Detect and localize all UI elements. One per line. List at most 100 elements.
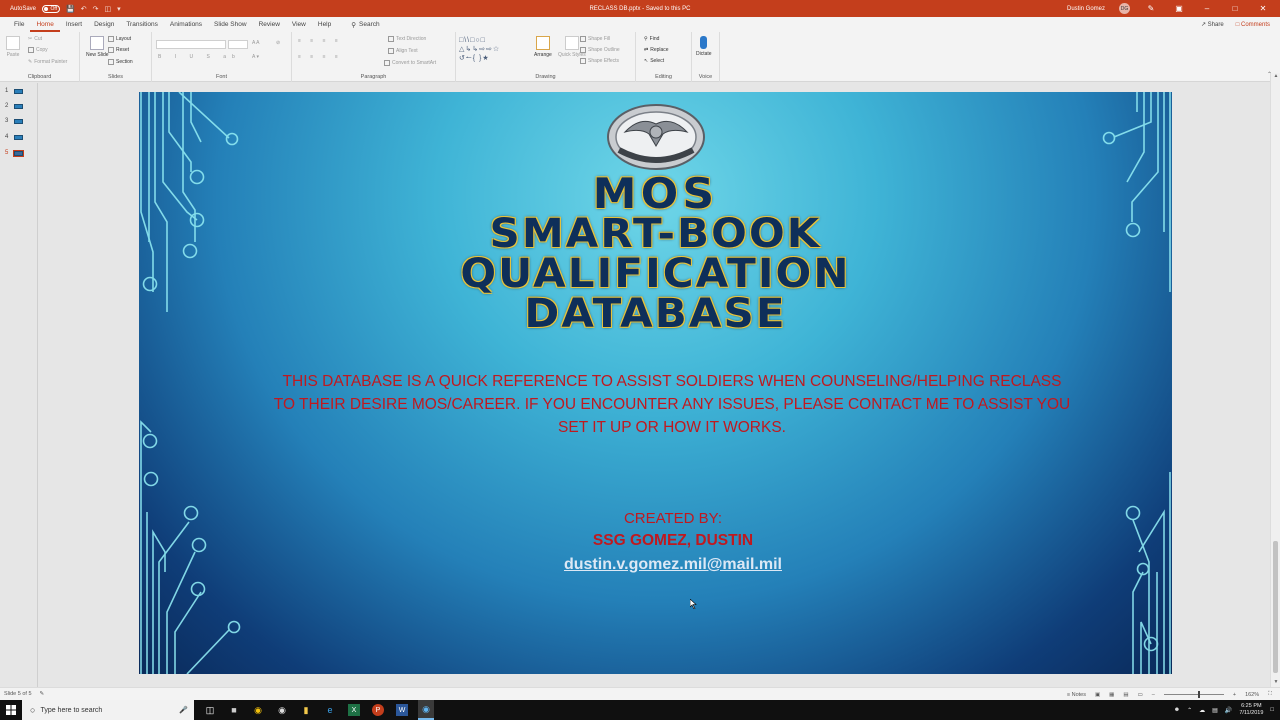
tab-insert[interactable]: Insert xyxy=(60,17,88,32)
tab-slide-show[interactable]: Slide Show xyxy=(208,17,253,32)
convert-smartart-button[interactable]: Convert to SmartArt xyxy=(384,60,436,66)
vertical-scrollbar[interactable]: ▲ ▼ xyxy=(1270,73,1280,687)
task-view-icon[interactable]: ◫ xyxy=(202,700,218,720)
tab-help[interactable]: Help xyxy=(312,17,337,32)
autosave-toggle[interactable]: Off xyxy=(42,4,61,13)
font-grow-button[interactable]: A A xyxy=(252,40,260,46)
file-explorer-icon[interactable]: ▮ xyxy=(298,700,314,720)
show-hidden-icons[interactable]: ⌃ xyxy=(1187,707,1192,714)
shape-fill-button[interactable]: Shape Fill xyxy=(580,36,610,42)
clock[interactable]: 6:25 PM 7/11/2019 xyxy=(1239,703,1263,717)
cloud-icon[interactable]: ☁ xyxy=(1199,707,1205,714)
present-icon[interactable]: ◫ xyxy=(105,5,112,13)
section-button[interactable]: Section xyxy=(108,59,133,65)
reset-button[interactable]: Reset xyxy=(108,47,129,53)
paste-button[interactable]: Paste xyxy=(6,36,20,58)
font-size-select[interactable] xyxy=(228,40,248,49)
tab-home[interactable]: Home xyxy=(30,17,60,32)
replace-button[interactable]: ⇄ Replace xyxy=(644,47,669,53)
font-color-button[interactable]: A ▾ xyxy=(252,54,259,60)
shapes-gallery[interactable]: □\\□○□ △↳↳⇨⇨☆ ↺↼{ }★ xyxy=(459,36,523,66)
start-button[interactable] xyxy=(0,700,22,720)
cut-button[interactable]: ✂ Cut xyxy=(28,36,42,42)
copy-button[interactable]: Copy xyxy=(28,47,48,53)
pen-icon[interactable]: ✎ xyxy=(1144,4,1158,13)
clear-format-icon[interactable]: ⊘ xyxy=(276,40,280,46)
normal-view-icon[interactable]: ▣ xyxy=(1095,692,1100,698)
font-name-select[interactable] xyxy=(156,40,226,49)
people-icon[interactable]: ☻ xyxy=(1174,707,1180,713)
comments-button[interactable]: □ Comments xyxy=(1236,22,1270,28)
slide-thumbnail[interactable]: 4 xyxy=(5,134,24,140)
zoom-in-icon[interactable]: + xyxy=(1233,692,1236,698)
slide-thumbnail[interactable]: 2 xyxy=(5,103,24,109)
tell-me-search[interactable]: ⚲ Search xyxy=(351,21,379,29)
maximize-icon[interactable]: □ xyxy=(1228,4,1242,13)
volume-icon[interactable]: 🔊 xyxy=(1225,707,1232,714)
select-button[interactable]: ↖ Select xyxy=(644,58,664,64)
slide-title[interactable]: MOS SMART-BOOK QUALIFICATION DATABASE xyxy=(439,173,872,335)
slide-sorter-icon[interactable]: ▦ xyxy=(1109,692,1114,698)
dictate-button[interactable]: Dictate xyxy=(696,36,712,57)
undo-icon[interactable]: ↶ xyxy=(81,5,87,13)
reading-view-icon[interactable]: ▤ xyxy=(1123,692,1128,698)
slide-thumbnail[interactable]: 3 xyxy=(5,118,24,124)
edge-icon[interactable]: e xyxy=(322,700,338,720)
text-direction-icon xyxy=(388,36,394,42)
excel-icon[interactable]: X xyxy=(348,704,360,716)
shape-effects-button[interactable]: Shape Effects xyxy=(580,58,619,64)
share-button[interactable]: ↗ Share xyxy=(1201,21,1224,28)
zoom-level[interactable]: 162% xyxy=(1245,692,1259,698)
list-buttons[interactable]: ≡ ≡ ≡ ≡ xyxy=(298,38,342,44)
minimize-icon[interactable]: – xyxy=(1200,4,1214,13)
slideshow-view-icon[interactable]: ▭ xyxy=(1138,692,1143,698)
font-style-buttons[interactable]: B I U S ab xyxy=(158,54,241,60)
avatar[interactable]: DG xyxy=(1119,3,1130,14)
customize-qat-icon[interactable]: ▾ xyxy=(117,5,121,13)
scrollbar-thumb[interactable] xyxy=(1273,541,1278,673)
app-icon-circle[interactable]: ◉ xyxy=(274,700,290,720)
active-app-icon[interactable]: ◉ xyxy=(418,700,434,720)
redo-icon[interactable]: ↷ xyxy=(93,5,99,13)
scroll-down-icon[interactable]: ▼ xyxy=(1271,679,1280,687)
layout-button[interactable]: Layout xyxy=(108,36,131,42)
slide[interactable]: MOS SMART-BOOK QUALIFICATION DATABASE TH… xyxy=(139,92,1172,674)
tab-animations[interactable]: Animations xyxy=(164,17,208,32)
slide-editor-canvas[interactable]: MOS SMART-BOOK QUALIFICATION DATABASE TH… xyxy=(39,83,1270,687)
notes-button[interactable]: ≡ Notes xyxy=(1067,692,1086,698)
chrome-icon[interactable]: ◉ xyxy=(250,700,266,720)
microphone-icon[interactable]: 🎤 xyxy=(179,706,188,714)
powerpoint-icon[interactable]: P xyxy=(372,704,384,716)
ribbon-display-icon[interactable]: ▣ xyxy=(1172,4,1186,13)
tab-design[interactable]: Design xyxy=(88,17,120,32)
notifications-icon[interactable]: □ xyxy=(1270,707,1274,713)
slide-thumbnail[interactable]: 1 xyxy=(5,88,24,94)
description-textbox[interactable]: THIS DATABASE IS A QUICK REFERENCE TO AS… xyxy=(259,370,1085,439)
email-link[interactable]: dustin.v.gomez.mil@mail.mil xyxy=(489,556,857,574)
slide-thumbnail-active[interactable]: 5 xyxy=(5,149,25,157)
align-buttons[interactable]: ≡ ≡ ≡ ≡ xyxy=(298,54,342,60)
accessibility-icon[interactable]: ✎ xyxy=(40,691,45,697)
arrange-button[interactable]: Arrange xyxy=(534,36,552,58)
tab-transitions[interactable]: Transitions xyxy=(120,17,164,32)
tab-view[interactable]: View xyxy=(286,17,312,32)
word-icon[interactable]: W xyxy=(396,704,408,716)
format-painter-button[interactable]: ✎ Format Painter xyxy=(28,59,67,65)
fit-to-window-icon[interactable]: ⛶ xyxy=(1268,691,1272,698)
taskbar-search-box[interactable]: ○ Type here to search 🎤 xyxy=(22,700,194,720)
text-direction-button[interactable]: Text Direction xyxy=(388,36,426,42)
close-icon[interactable]: ✕ xyxy=(1256,4,1270,13)
find-button[interactable]: ⚲ Find xyxy=(644,36,659,42)
save-icon[interactable]: 💾 xyxy=(66,5,75,13)
app-icon-generic[interactable]: ■ xyxy=(226,700,242,720)
tab-review[interactable]: Review xyxy=(253,17,286,32)
zoom-out-icon[interactable]: – xyxy=(1152,692,1155,698)
align-text-button[interactable]: Align Text xyxy=(388,48,418,54)
tab-file[interactable]: File xyxy=(8,17,30,32)
network-icon[interactable]: ▤ xyxy=(1212,707,1218,714)
new-slide-button[interactable]: New Slide xyxy=(86,36,109,58)
scroll-up-icon[interactable]: ▲ xyxy=(1271,73,1280,81)
user-name[interactable]: Dustin Gomez xyxy=(1067,6,1105,12)
shape-outline-button[interactable]: Shape Outline xyxy=(580,47,620,53)
zoom-slider[interactable] xyxy=(1163,691,1224,698)
